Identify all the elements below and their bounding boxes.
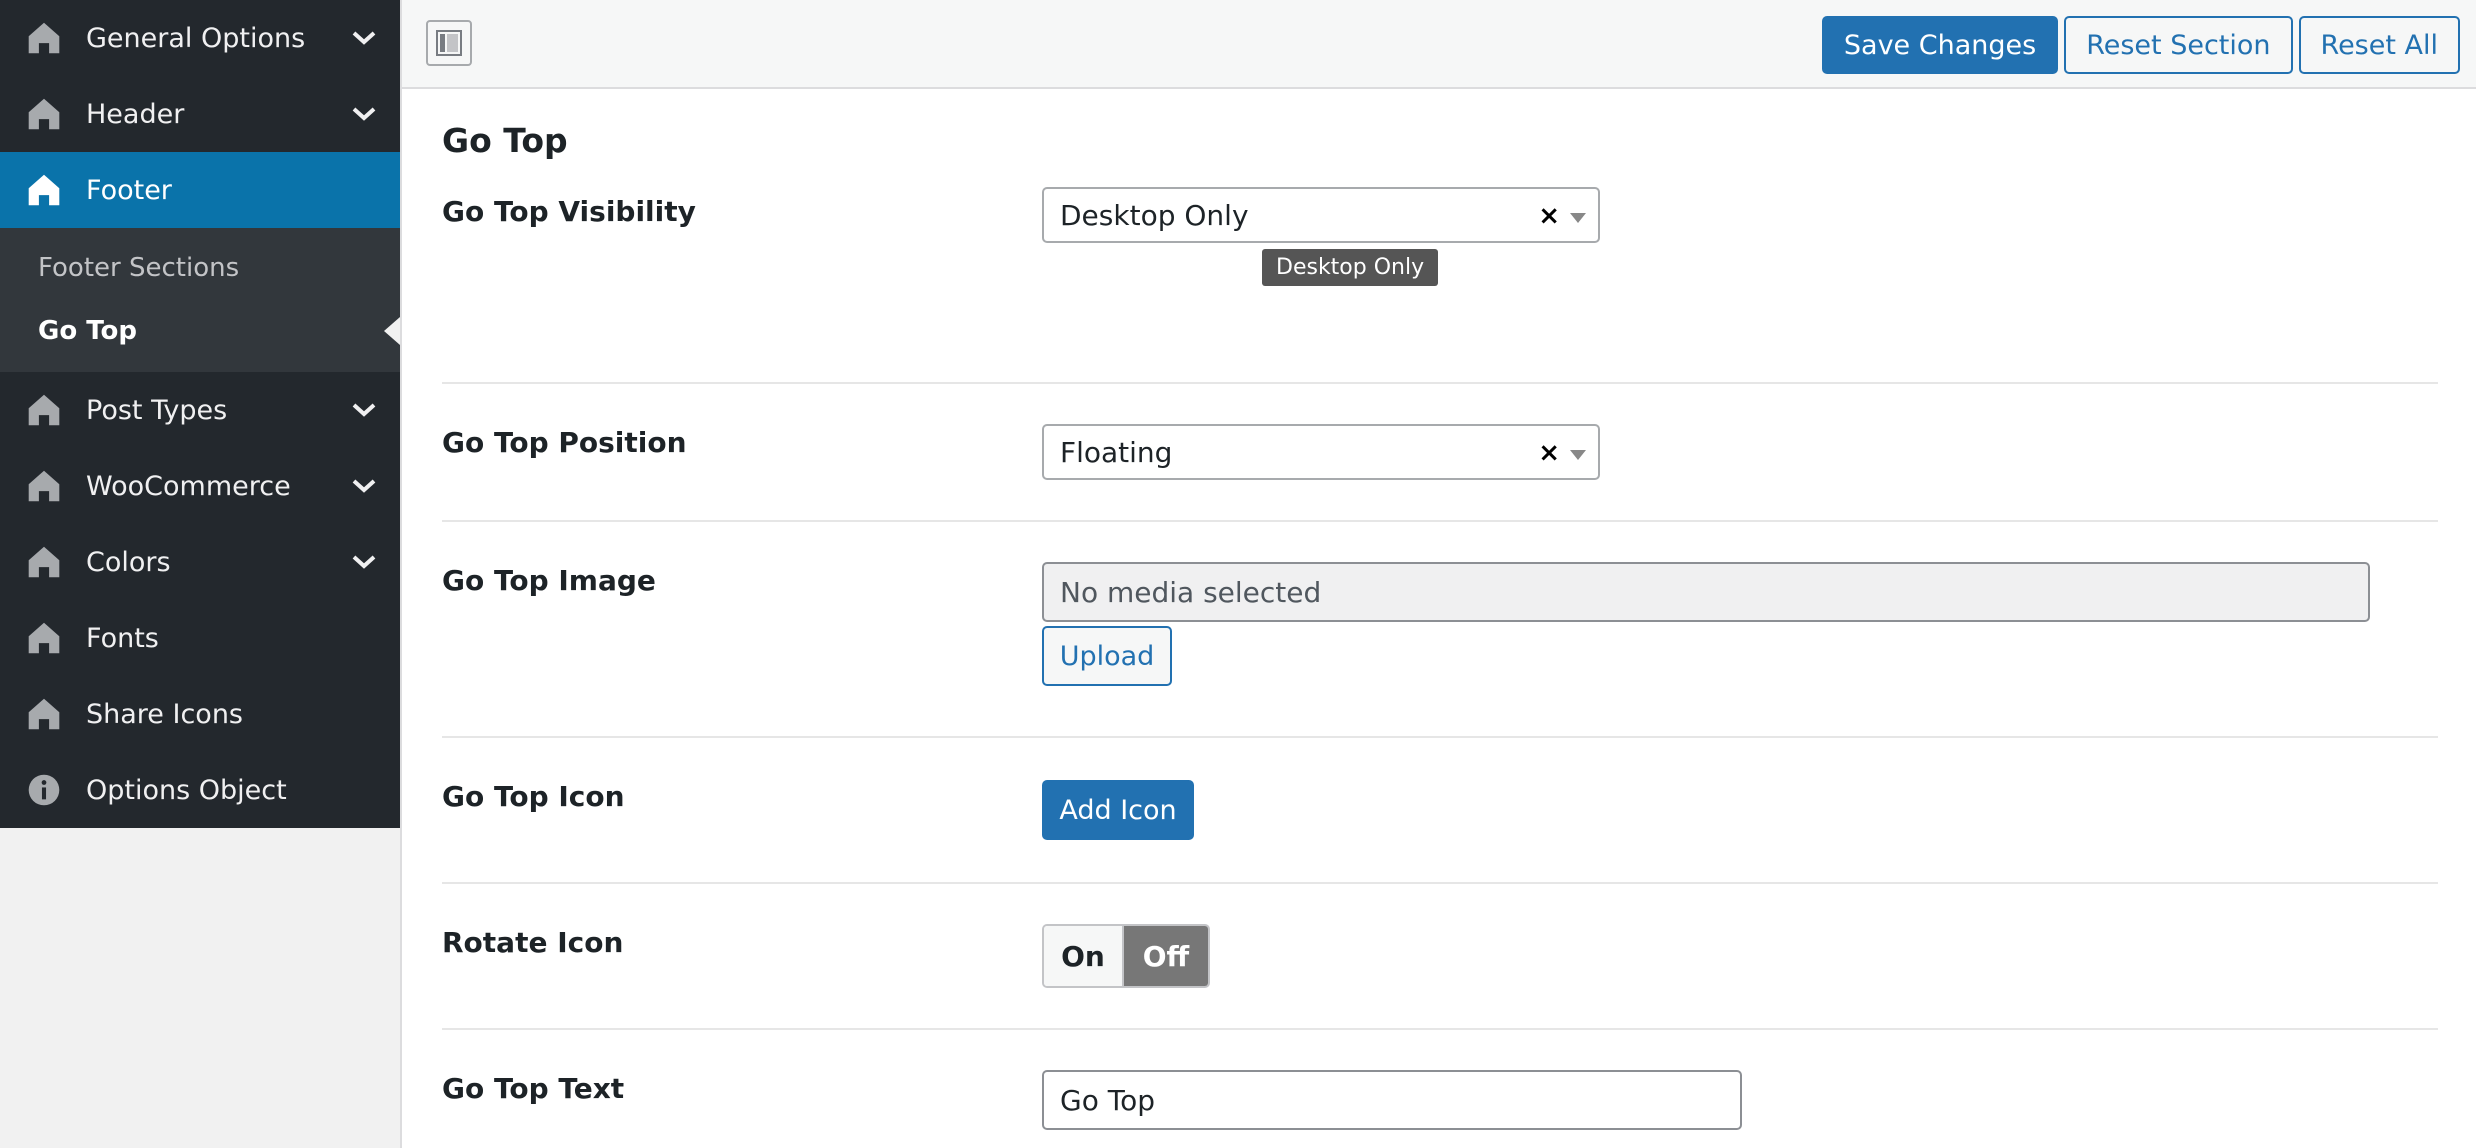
sidebar-item-label: Footer xyxy=(86,174,172,206)
caret-down-icon[interactable] xyxy=(1570,213,1586,223)
home-icon xyxy=(24,694,64,734)
field-label: Go Top Image xyxy=(442,564,656,597)
upload-button[interactable]: Upload xyxy=(1042,626,1172,686)
submenu-item-go-top[interactable]: Go Top xyxy=(0,299,400,362)
chevron-down-icon[interactable] xyxy=(348,394,380,426)
sidebar-item-woocommerce[interactable]: WooCommerce xyxy=(0,448,400,524)
clear-icon[interactable]: × xyxy=(1538,438,1560,468)
sidebar-item-post-types[interactable]: Post Types xyxy=(0,372,400,448)
field-row-visibility: Go Top Visibility Desktop Only × Desktop… xyxy=(442,187,2438,384)
sidebar-item-options-object[interactable]: Options Object xyxy=(0,752,400,828)
home-icon xyxy=(24,542,64,582)
field-row-image: Go Top Image No media selected Upload xyxy=(442,522,2438,738)
field-row-icon: Go Top Icon Add Icon xyxy=(442,738,2438,884)
rotate-toggle[interactable]: On Off xyxy=(1042,924,1210,988)
save-changes-button[interactable]: Save Changes xyxy=(1821,16,2059,74)
sidebar-item-share-icons[interactable]: Share Icons xyxy=(0,676,400,752)
field-row-text: Go Top Text Go Top xyxy=(442,1030,2438,1148)
toolbar-actions: Save Changes Reset Section Reset All xyxy=(1821,16,2460,74)
sidebar-item-colors[interactable]: Colors xyxy=(0,524,400,600)
footer-submenu: Footer Sections Go Top xyxy=(0,228,400,372)
caret-down-icon[interactable] xyxy=(1570,450,1586,460)
admin-menu: General Options Header Footer Footer Sec… xyxy=(0,0,400,828)
select-value: Floating xyxy=(1060,435,1173,469)
toggle-on[interactable]: On xyxy=(1044,926,1124,986)
clear-icon[interactable]: × xyxy=(1538,201,1560,231)
toggle-off[interactable]: Off xyxy=(1124,926,1208,986)
sidebar-item-fonts[interactable]: Fonts xyxy=(0,600,400,676)
sidebar-item-general-options[interactable]: General Options xyxy=(0,0,400,76)
section-content: Go Top Go Top Visibility Desktop Only × … xyxy=(402,89,2476,1148)
field-control: Floating × xyxy=(1042,424,1600,480)
layout-toggle-icon[interactable] xyxy=(426,20,472,66)
home-icon xyxy=(24,18,64,58)
home-icon xyxy=(24,94,64,134)
reset-section-button[interactable]: Reset Section xyxy=(2064,16,2293,74)
position-select[interactable]: Floating × xyxy=(1042,424,1600,480)
home-icon xyxy=(24,390,64,430)
field-label: Go Top Position xyxy=(442,426,687,459)
field-control: Add Icon xyxy=(1042,780,1194,840)
home-icon xyxy=(24,466,64,506)
sidebar: General Options Header Footer Footer Sec… xyxy=(0,0,400,1148)
field-row-rotate: Rotate Icon On Off xyxy=(442,884,2438,1030)
field-label: Go Top Icon xyxy=(442,780,625,813)
chevron-down-icon[interactable] xyxy=(348,22,380,54)
tooltip: Desktop Only xyxy=(1262,249,1439,286)
info-icon xyxy=(24,770,64,810)
field-row-position: Go Top Position Floating × xyxy=(442,384,2438,522)
home-icon xyxy=(24,170,64,210)
submenu-item-footer-sections[interactable]: Footer Sections xyxy=(0,236,400,299)
go-top-text-input[interactable]: Go Top xyxy=(1042,1070,1742,1130)
media-url-input[interactable]: No media selected xyxy=(1042,562,2370,622)
reset-all-button[interactable]: Reset All xyxy=(2298,16,2460,74)
chevron-down-icon[interactable] xyxy=(348,470,380,502)
sidebar-item-footer[interactable]: Footer xyxy=(0,152,400,228)
sidebar-item-label: Share Icons xyxy=(86,698,244,730)
sidebar-item-label: Options Object xyxy=(86,774,287,806)
field-label: Go Top Visibility xyxy=(442,195,696,228)
add-icon-button[interactable]: Add Icon xyxy=(1042,780,1194,840)
toolbar: Save Changes Reset Section Reset All xyxy=(402,0,2476,89)
chevron-down-icon[interactable] xyxy=(348,98,380,130)
options-panel: Save Changes Reset Section Reset All Go … xyxy=(400,0,2476,1148)
chevron-down-icon[interactable] xyxy=(348,546,380,578)
sidebar-item-header[interactable]: Header xyxy=(0,76,400,152)
sidebar-item-label: Fonts xyxy=(86,622,159,654)
field-control: No media selected Upload xyxy=(1042,562,2370,686)
field-control: Desktop Only × Desktop Only xyxy=(1042,187,1600,286)
field-control: On Off xyxy=(1042,924,1210,988)
visibility-select[interactable]: Desktop Only × xyxy=(1042,187,1600,243)
field-label: Go Top Text xyxy=(442,1072,625,1105)
select-value: Desktop Only xyxy=(1060,198,1249,232)
field-control: Go Top xyxy=(1042,1070,1742,1130)
home-icon xyxy=(24,618,64,658)
field-label: Rotate Icon xyxy=(442,926,624,959)
